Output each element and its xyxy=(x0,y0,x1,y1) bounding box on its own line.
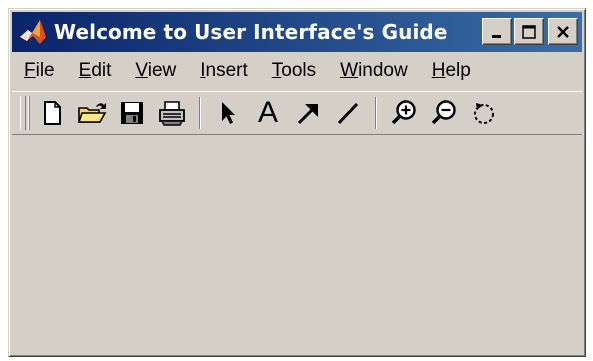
toolbar-gripper[interactable] xyxy=(20,96,26,130)
toolbar-separator-2 xyxy=(375,97,377,129)
menu-help[interactable]: Help xyxy=(432,60,471,82)
application-window: Welcome to User Interface's Guide File E… xyxy=(8,8,586,357)
insert-text-icon: A xyxy=(257,96,278,129)
save-disk-icon xyxy=(121,102,143,124)
zoom-in-icon xyxy=(391,100,416,125)
new-file-button[interactable] xyxy=(35,96,69,130)
title-bar[interactable]: Welcome to User Interface's Guide xyxy=(12,12,582,52)
close-button[interactable] xyxy=(548,18,578,45)
rotate-icon xyxy=(474,103,494,124)
matlab-logo-icon xyxy=(20,20,46,44)
window-controls xyxy=(482,18,578,45)
menu-bar: File Edit View Insert Tools Window Help xyxy=(12,56,582,86)
figure-canvas[interactable] xyxy=(12,137,582,353)
print-button[interactable] xyxy=(155,96,189,130)
select-tool-button[interactable] xyxy=(211,96,245,130)
zoom-out-button[interactable] xyxy=(427,96,461,130)
maximize-icon xyxy=(522,24,536,39)
menu-tools[interactable]: Tools xyxy=(272,60,316,82)
insert-text-button[interactable]: A xyxy=(251,96,285,130)
select-arrow-icon xyxy=(222,102,235,124)
menu-window[interactable]: Window xyxy=(340,60,408,82)
close-icon xyxy=(557,25,569,38)
insert-line-button[interactable] xyxy=(331,96,365,130)
menu-view[interactable]: View xyxy=(135,60,176,82)
print-icon xyxy=(159,101,185,126)
toolbar-separator xyxy=(199,97,201,129)
open-folder-button[interactable] xyxy=(75,96,109,130)
rotate-button[interactable] xyxy=(467,96,501,130)
insert-line-icon xyxy=(337,102,359,125)
new-file-icon xyxy=(44,101,61,125)
open-folder-icon xyxy=(77,103,107,123)
menu-file[interactable]: File xyxy=(24,60,55,82)
insert-arrow-button[interactable] xyxy=(291,96,325,130)
window-title: Welcome to User Interface's Guide xyxy=(54,20,448,44)
menu-insert[interactable]: Insert xyxy=(200,60,248,82)
toolbar: A xyxy=(12,91,582,135)
zoom-out-icon xyxy=(431,100,456,125)
menu-edit[interactable]: Edit xyxy=(79,60,112,82)
save-button[interactable] xyxy=(115,96,149,130)
minimize-button[interactable] xyxy=(482,18,512,45)
maximize-button[interactable] xyxy=(514,18,544,45)
zoom-in-button[interactable] xyxy=(387,96,421,130)
minimize-icon xyxy=(492,34,501,38)
insert-arrow-icon xyxy=(297,104,318,125)
